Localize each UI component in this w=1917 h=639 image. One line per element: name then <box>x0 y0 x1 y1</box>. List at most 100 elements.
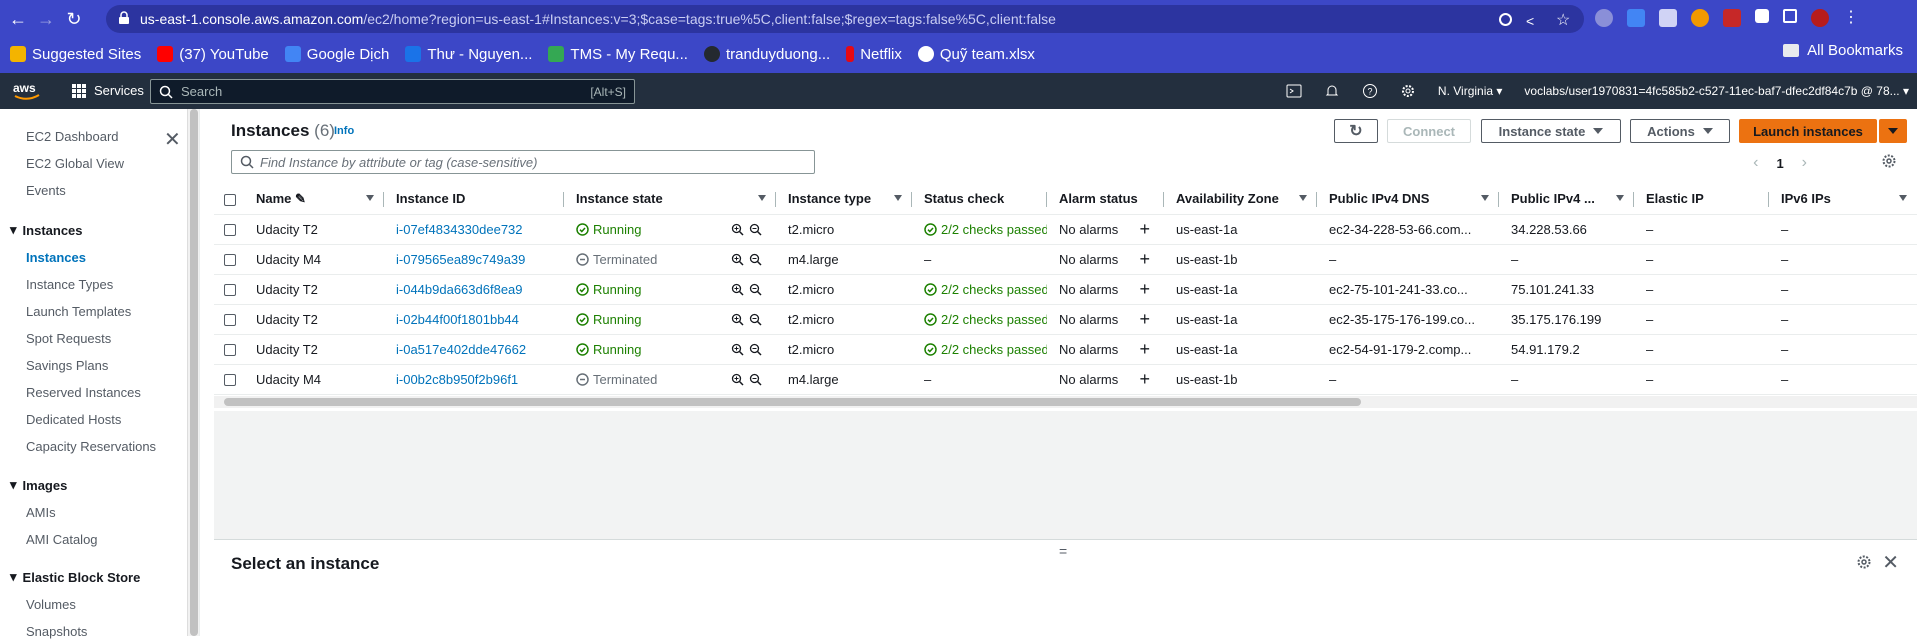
column-header-ipv6-ips[interactable]: IPv6 IPs <box>1769 184 1917 215</box>
account-menu[interactable]: voclabs/user1970831=4fc585b2-c527-11ec-b… <box>1524 84 1909 98</box>
sidebar-item-snapshots[interactable]: Snapshots <box>26 624 87 639</box>
table-row[interactable]: Udacity M4 i-00b2c8b950f2b96f1 Terminated m… <box>214 364 1917 395</box>
extension-icon[interactable] <box>1723 9 1741 27</box>
instance-id-link[interactable]: i-00b2c8b950f2b96f1 <box>396 372 518 387</box>
bookmark[interactable]: tranduyduong... <box>703 46 830 63</box>
row-checkbox[interactable] <box>224 284 236 297</box>
sidebar-section-instances[interactable]: ▾ Instances <box>10 222 83 238</box>
menu-icon[interactable]: ⋮ <box>1843 9 1859 27</box>
sidebar-item-instances[interactable]: Instances <box>26 250 86 265</box>
row-select-cell[interactable] <box>214 334 244 365</box>
extension-icon[interactable] <box>1595 9 1613 27</box>
sidebar-item-instance-types[interactable]: Instance Types <box>26 277 113 292</box>
plus-icon[interactable]: + <box>1139 370 1150 388</box>
sidebar-item-events[interactable]: Events <box>26 183 66 198</box>
reload-icon[interactable]: ↻ <box>60 9 88 30</box>
sort-icon[interactable] <box>1481 195 1489 201</box>
row-checkbox[interactable] <box>224 314 236 327</box>
back-icon[interactable]: ← <box>4 9 32 30</box>
sort-icon[interactable] <box>894 195 902 201</box>
bookmark[interactable]: Netflix <box>846 46 902 63</box>
sidebar-scrollbar[interactable] <box>187 109 199 636</box>
close-icon[interactable]: ✕ <box>164 127 181 152</box>
refresh-button[interactable]: ↻ <box>1334 119 1378 143</box>
plus-icon[interactable]: + <box>1139 310 1150 328</box>
actions-button[interactable]: Actions <box>1630 119 1730 143</box>
bookmark[interactable]: Google Dịch <box>284 46 389 63</box>
sidebar-section-ebs[interactable]: ▾ Elastic Block Store <box>10 569 140 585</box>
table-row[interactable]: Udacity M4 i-079565ea89c749a39 Terminated m… <box>214 244 1917 275</box>
address-bar[interactable]: us-east-1.console.aws.amazon.com/ec2/hom… <box>106 5 1584 33</box>
column-header-public-ipv4-dns[interactable]: Public IPv4 DNS <box>1317 184 1499 215</box>
instance-id-link[interactable]: i-044b9da663d6f8ea9 <box>396 282 523 297</box>
services-menu[interactable]: Services <box>72 83 144 98</box>
all-bookmarks[interactable]: All Bookmarks <box>1783 42 1903 59</box>
sort-icon[interactable] <box>758 195 766 201</box>
sidebar-item-spot-requests[interactable]: Spot Requests <box>26 331 111 346</box>
instance-state-button[interactable]: Instance state <box>1481 119 1621 143</box>
zoom-out-icon[interactable] <box>749 223 762 236</box>
sort-icon[interactable] <box>1299 195 1307 201</box>
close-icon[interactable]: ✕ <box>1882 550 1899 575</box>
row-select-cell[interactable] <box>214 364 244 395</box>
select-all-checkbox[interactable] <box>224 193 236 206</box>
share-icon[interactable]: < <box>1526 13 1542 29</box>
shield-extension-icon[interactable] <box>1659 9 1677 27</box>
table-row[interactable]: Udacity T2 i-07ef4834330dee732 Running t2.m… <box>214 214 1917 245</box>
cloudshell-icon[interactable] <box>1286 83 1302 99</box>
row-checkbox[interactable] <box>224 254 236 267</box>
region-selector[interactable]: N. Virginia ▾ <box>1438 84 1503 98</box>
row-select-cell[interactable] <box>214 304 244 335</box>
launch-dropdown-button[interactable] <box>1879 119 1907 143</box>
zoom-out-icon[interactable] <box>749 283 762 296</box>
column-header-name[interactable]: Name ✎ <box>244 184 384 215</box>
horizontal-scrollbar[interactable] <box>214 396 1917 408</box>
zoom-in-icon[interactable] <box>731 373 744 386</box>
column-header-elastic-ip[interactable]: Elastic IP <box>1634 184 1769 215</box>
info-link[interactable]: Info <box>334 125 354 137</box>
avatar[interactable] <box>1811 9 1829 27</box>
row-select-cell[interactable] <box>214 214 244 245</box>
row-select-cell[interactable] <box>214 274 244 305</box>
sidebar-item-volumes[interactable]: Volumes <box>26 597 76 612</box>
instance-id-link[interactable]: i-079565ea89c749a39 <box>396 252 525 267</box>
row-select-cell[interactable] <box>214 244 244 275</box>
sidebar-item-amis[interactable]: AMIs <box>26 505 56 520</box>
launch-instances-button[interactable]: Launch instances <box>1739 119 1877 143</box>
star-icon[interactable]: ☆ <box>1556 13 1572 29</box>
row-checkbox[interactable] <box>224 224 236 237</box>
extension-icon[interactable] <box>1691 9 1709 27</box>
gear-icon[interactable] <box>1400 83 1416 99</box>
zoom-in-icon[interactable] <box>731 223 744 236</box>
row-checkbox[interactable] <box>224 344 236 357</box>
plus-icon[interactable]: + <box>1139 220 1150 238</box>
plus-icon[interactable]: + <box>1139 250 1150 268</box>
bookmark[interactable]: Quỹ team.xlsx <box>917 46 1035 63</box>
gear-icon[interactable] <box>1856 554 1872 570</box>
puzzle-icon[interactable] <box>1755 9 1769 23</box>
translate-extension-icon[interactable] <box>1627 9 1645 27</box>
connect-button[interactable]: Connect <box>1387 119 1471 143</box>
sidebar-item-launch-templates[interactable]: Launch Templates <box>26 304 131 319</box>
plus-icon[interactable]: + <box>1139 340 1150 358</box>
column-header-status-check[interactable]: Status check <box>912 184 1047 215</box>
sidebar-item-capacity-reservations[interactable]: Capacity Reservations <box>26 439 156 454</box>
column-header-instance-state[interactable]: Instance state <box>564 184 776 215</box>
aws-search-input[interactable]: Search [Alt+S] <box>150 79 635 104</box>
zoom-in-icon[interactable] <box>731 283 744 296</box>
sidebar-item-reserved-instances[interactable]: Reserved Instances <box>26 385 141 400</box>
zoom-out-icon[interactable] <box>749 253 762 266</box>
bookmark[interactable]: Suggested Sites <box>10 46 141 63</box>
page-number[interactable]: 1 <box>1776 156 1783 171</box>
row-checkbox[interactable] <box>224 374 236 387</box>
sidepanel-icon[interactable] <box>1783 9 1797 23</box>
sidebar-section-images[interactable]: ▾ Images <box>10 477 67 493</box>
column-header-instance-id[interactable]: Instance ID <box>384 184 564 215</box>
column-header-public-ipv4[interactable]: Public IPv4 ... <box>1499 184 1634 215</box>
sidebar-item-ec2-global-view[interactable]: EC2 Global View <box>26 156 124 171</box>
zoom-icon[interactable] <box>1499 13 1512 26</box>
sort-icon[interactable] <box>1899 195 1907 201</box>
instance-id-link[interactable]: i-02b44f00f1801bb44 <box>396 312 519 327</box>
column-header-availability-zone[interactable]: Availability Zone <box>1164 184 1317 215</box>
select-all-header[interactable] <box>214 184 244 215</box>
